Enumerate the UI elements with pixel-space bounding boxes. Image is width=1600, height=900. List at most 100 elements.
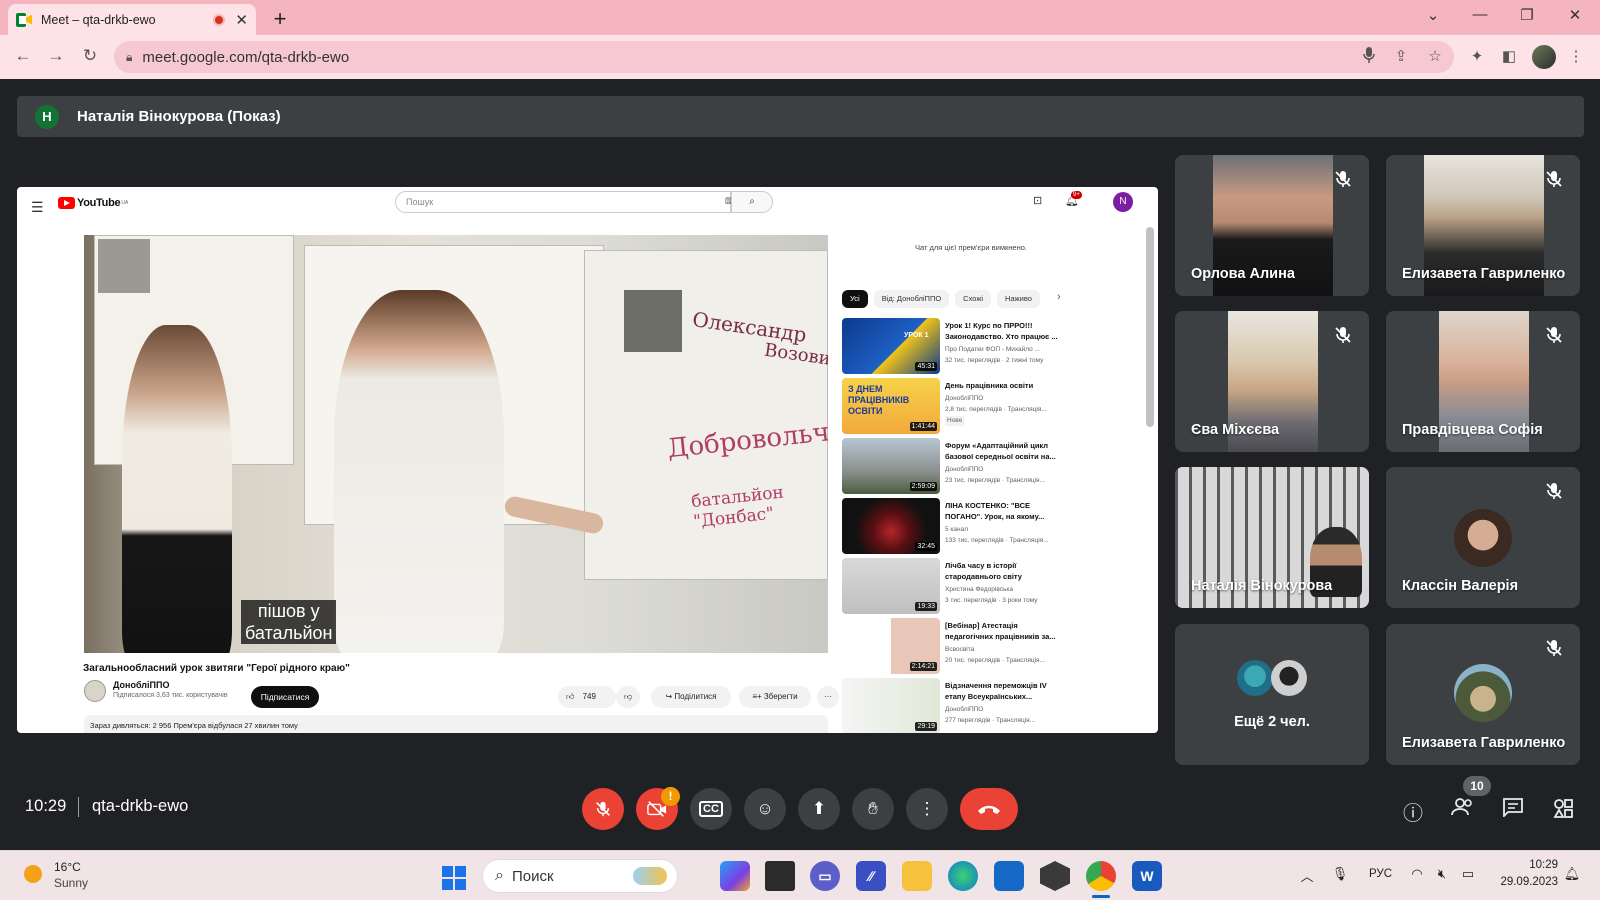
video-thumbnail[interactable]: 29:19 (842, 678, 940, 733)
share-button[interactable]: ↪ Поділитися (651, 686, 731, 708)
minimize-button[interactable]: — (1465, 6, 1495, 23)
chip-from-channel[interactable]: Від: ДонобліППО (873, 290, 950, 308)
video-player[interactable]: Добровольча батальйон "Донбас" Олександр… (84, 235, 828, 653)
present-screen-button[interactable]: ⬆ (798, 788, 840, 830)
bookmark-star-icon[interactable]: ☆ (1424, 47, 1446, 65)
toggle-mic-button[interactable] (582, 788, 624, 830)
participant-name: Правдівцева Софія (1402, 422, 1543, 438)
start-windows-icon[interactable] (442, 866, 466, 890)
meeting-details-icon[interactable]: ⓘ (1400, 797, 1426, 826)
task-view-icon[interactable] (765, 861, 795, 891)
browser-tab-meet[interactable]: Meet – qta-drkb-ewo ✕ (8, 4, 256, 35)
battery-icon[interactable]: ▭ (1458, 866, 1478, 882)
raise-hand-button[interactable]: ✋︎ (852, 788, 894, 830)
participant-tile[interactable]: Наталія Вінокурова (1175, 467, 1369, 608)
people-icon[interactable] (1450, 797, 1476, 823)
captions-button[interactable]: CC (690, 788, 732, 830)
recommended-video[interactable]: З ДНЕМ ПРАЦІВНИКІВ ОСВІТИ 1:41:44 День п… (842, 378, 1142, 434)
weather-condition[interactable]: Sunny (54, 876, 88, 890)
activities-icon[interactable] (1550, 797, 1576, 825)
chat-icon[interactable] (1500, 797, 1526, 823)
more-actions-button[interactable]: ··· (817, 686, 839, 708)
youtube-search-button[interactable]: ⌕ (731, 191, 773, 213)
chip-live[interactable]: Наживо (997, 290, 1040, 308)
participant-tile[interactable]: Елизавета Гавриленко (1386, 155, 1580, 296)
subscribe-button[interactable]: Підписатися (251, 686, 319, 708)
notifications-icon[interactable]: 🔔︎ (1562, 866, 1582, 882)
system-date[interactable]: 29.09.2023 (1490, 876, 1558, 888)
back-icon[interactable]: ← (12, 46, 34, 66)
recommended-video[interactable]: 29:19 Відзначення переможців IV етапу Вс… (842, 678, 1142, 733)
tab-close-icon[interactable]: ✕ (235, 11, 248, 29)
chrome-taskbar-icon[interactable] (1086, 861, 1116, 891)
microphone-icon[interactable] (1358, 47, 1380, 67)
extensions-puzzle-icon[interactable]: ✦ (1466, 47, 1488, 65)
chip-scroll-right-icon[interactable]: › (1057, 291, 1061, 303)
participant-tile[interactable]: Правдівцева Софія (1386, 311, 1580, 452)
recommended-video[interactable]: 2:59:09 Форум «Адаптаційний цикл базової… (842, 438, 1142, 494)
video-thumbnail[interactable]: УРОК 1 45:31 (842, 318, 940, 374)
recommended-video[interactable]: 19:33 Лічба часу в історії стародавнього… (842, 558, 1142, 614)
teams-chat-icon[interactable]: ▭ (810, 861, 840, 891)
mic-off-icon (1335, 171, 1351, 187)
youtube-logo[interactable]: YouTube UA (58, 197, 128, 209)
video-thumbnail[interactable]: 2:14:21 (842, 618, 940, 674)
system-time[interactable]: 10:29 (1498, 859, 1558, 871)
tray-microphone-icon[interactable]: 🎙︎ (1330, 866, 1350, 882)
file-explorer-icon[interactable] (902, 861, 932, 891)
leave-call-button[interactable] (960, 788, 1018, 830)
edge-browser-icon[interactable] (948, 861, 978, 891)
show-hidden-icons-icon[interactable]: ︿ (1297, 866, 1317, 885)
address-bar[interactable]: 🔒︎ meet.google.com/qta-drkb-ewo (114, 41, 1454, 73)
like-button[interactable]: 👍︎ 749 (558, 686, 616, 708)
forward-icon[interactable]: → (45, 46, 67, 66)
restore-button[interactable]: ❐ (1512, 6, 1542, 24)
reload-icon[interactable]: ↻ (79, 46, 101, 66)
new-tab-button[interactable]: + (266, 6, 294, 32)
video-thumbnail[interactable]: 19:33 (842, 558, 940, 614)
create-video-icon[interactable]: ⊡ (1033, 194, 1042, 207)
participant-tile[interactable]: Орлова Алина (1175, 155, 1369, 296)
participant-tile[interactable]: Классін Валерія (1386, 467, 1580, 608)
save-button[interactable]: ≡+ Зберегти (739, 686, 811, 708)
video-thumbnail[interactable]: 32:45 (842, 498, 940, 554)
hamburger-menu-icon[interactable]: ☰ (31, 199, 44, 216)
profile-avatar[interactable] (1532, 45, 1556, 69)
taskbar-search[interactable]: ⌕ Поиск (482, 859, 678, 893)
video-thumbnail[interactable]: 2:59:09 (842, 438, 940, 494)
participant-tile[interactable]: Елизавета Гавриленко (1386, 624, 1580, 765)
side-panel-icon[interactable]: ◧ (1498, 47, 1520, 65)
input-language[interactable]: РУС (1369, 868, 1392, 880)
video-duration: 1:41:44 (909, 422, 937, 431)
channel-avatar[interactable] (84, 680, 106, 702)
recommended-video[interactable]: УРОК 1 45:31 Урок 1! Курс по ПРРО!!! Зак… (842, 318, 1142, 374)
microsoft-store-icon[interactable] (994, 861, 1024, 891)
youtube-scrollbar[interactable] (1146, 227, 1154, 427)
video-duration: 2:14:21 (909, 662, 937, 671)
tab-search-chevron-icon[interactable]: ⌄ (1418, 6, 1448, 24)
channel-name[interactable]: ДонобліППО (113, 680, 169, 690)
youtube-search-input[interactable]: Пошук (395, 191, 731, 213)
weather-temperature[interactable]: 16°C (54, 860, 81, 874)
chip-all[interactable]: Усі (842, 290, 868, 308)
recommended-video[interactable]: 2:14:21 [Вебінар] Атестація педагогічних… (842, 618, 1142, 674)
wifi-icon[interactable]: ◠ (1407, 866, 1427, 882)
dislike-button[interactable]: 👎︎ (616, 686, 640, 708)
youtube-account-avatar[interactable]: N (1113, 192, 1133, 212)
chrome-menu-icon[interactable]: ⋮ (1565, 47, 1587, 65)
volume-muted-icon[interactable]: 🔇︎ (1432, 866, 1452, 882)
recommended-video[interactable]: 32:45 ЛІНА КОСТЕНКО: "ВСЕ ПОГАНО". Урок,… (842, 498, 1142, 554)
participant-tile[interactable]: Єва Міхєєва (1175, 311, 1369, 452)
math-app-icon[interactable]: ∕∕ (856, 861, 886, 891)
reactions-button[interactable]: ☺ (744, 788, 786, 830)
chip-related[interactable]: Схожі (955, 290, 992, 308)
word-app-icon[interactable]: W (1132, 861, 1162, 891)
close-window-button[interactable]: ✕ (1560, 6, 1590, 24)
sun-weather-icon[interactable] (24, 865, 42, 883)
video-thumbnail[interactable]: З ДНЕМ ПРАЦІВНИКІВ ОСВІТИ 1:41:44 (842, 378, 940, 434)
more-participants-tile[interactable]: Ещё 2 чел. (1175, 624, 1369, 765)
student-girl (122, 325, 232, 653)
copilot-app-icon[interactable] (720, 861, 750, 891)
more-options-button[interactable]: ⋮ (906, 788, 948, 830)
share-page-icon[interactable]: ⇪ (1390, 47, 1412, 65)
